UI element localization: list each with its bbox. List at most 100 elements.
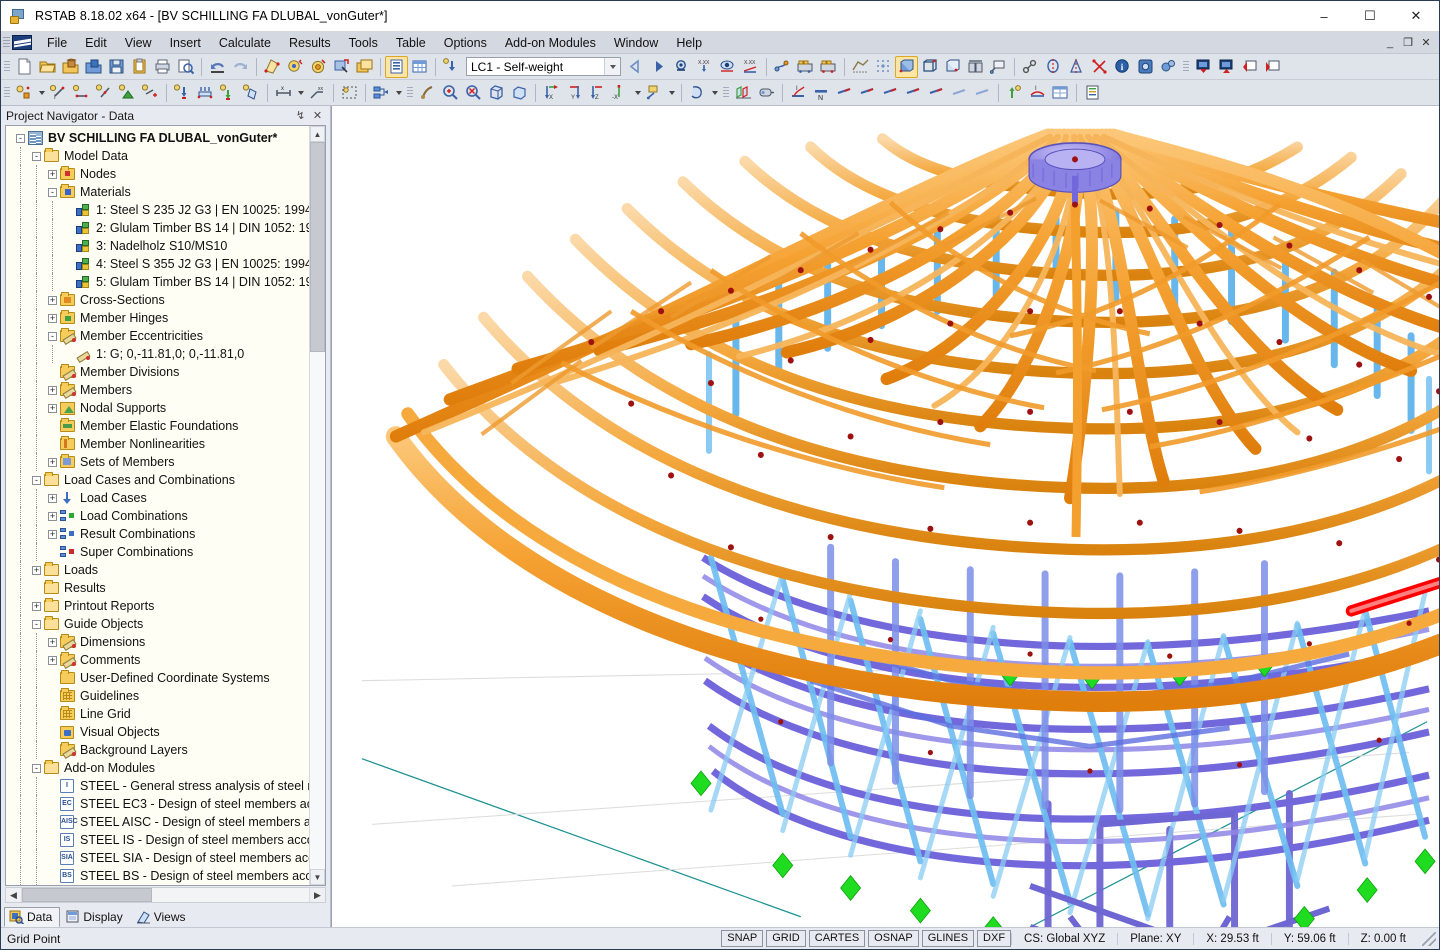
tree-item[interactable]: + Nodal Supports	[6, 399, 309, 417]
tree-expander[interactable]: +	[32, 601, 41, 611]
toolbar2-grip-3[interactable]	[723, 83, 729, 102]
undo-icon[interactable]	[206, 56, 229, 78]
view-perspective-icon[interactable]	[643, 82, 666, 104]
deflection-pz-icon[interactable]	[971, 82, 994, 104]
redo-icon[interactable]	[229, 56, 252, 78]
tree-expander[interactable]: +	[48, 403, 57, 413]
deformation-plot-icon[interactable]: I	[1026, 82, 1049, 104]
mdi-close-button[interactable]: ✕	[1418, 35, 1434, 51]
tree-item[interactable]: Member Nonlinearities	[6, 435, 309, 453]
printout-icon[interactable]	[1081, 82, 1104, 104]
tree-item[interactable]: AISC STEEL AISC - Design of steel members…	[6, 813, 309, 831]
status-coordinate-system[interactable]: CS: Global XYZ	[1011, 932, 1117, 945]
mirror-icon[interactable]	[1042, 56, 1065, 78]
settings-icon[interactable]	[1134, 56, 1157, 78]
clipboard-icon[interactable]	[128, 56, 151, 78]
import-icon[interactable]	[1261, 56, 1284, 78]
moment-Mz-icon[interactable]	[925, 82, 948, 104]
tree-item[interactable]: IS STEEL IS - Design of steel members acc…	[6, 831, 309, 849]
visibility-icon[interactable]	[964, 56, 987, 78]
new-file-icon[interactable]	[13, 56, 36, 78]
view-mode-icon[interactable]	[987, 56, 1010, 78]
mdi-restore-button[interactable]: ❐	[1400, 35, 1416, 51]
render-solid-icon[interactable]	[895, 55, 918, 78]
tree-expander[interactable]: +	[48, 529, 57, 539]
rotate-dropdown-arrow[interactable]	[709, 82, 720, 104]
nodal-load-icon[interactable]	[171, 82, 194, 104]
navigator-tree[interactable]: - BV SCHILLING FA DLUBAL_vonGuter* - Model …	[6, 126, 309, 885]
new-member-division-icon[interactable]	[93, 82, 116, 104]
tree-expander[interactable]: +	[48, 457, 57, 467]
moment-My-icon[interactable]	[902, 82, 925, 104]
menu-item-results[interactable]: Results	[280, 34, 340, 52]
tree-expander[interactable]: -	[32, 619, 41, 629]
new-eccentricity-icon[interactable]	[139, 82, 162, 104]
tree-item[interactable]: 5: Glulam Timber BS 14 | DIN 1052: 198	[6, 273, 309, 291]
tree-item[interactable]: + Sets of Members	[6, 453, 309, 471]
tree-item[interactable]: Visual Objects	[6, 723, 309, 741]
menu-item-insert[interactable]: Insert	[161, 34, 210, 52]
close-button[interactable]: ✕	[1393, 1, 1439, 32]
menu-item-table[interactable]: Table	[387, 34, 435, 52]
tree-item[interactable]: + Result Combinations	[6, 525, 309, 543]
grid-toggle[interactable]: GRID	[766, 930, 806, 947]
new-node-dropdown-arrow[interactable]	[36, 82, 47, 104]
tree-horizontal-scrollbar[interactable]: ◀ ▶	[5, 887, 326, 903]
tree-item[interactable]: + Comments	[6, 651, 309, 669]
print-icon[interactable]	[151, 56, 174, 78]
view-y-icon[interactable]: Y	[563, 82, 586, 104]
view-z-icon[interactable]: Z	[586, 82, 609, 104]
render-transparent-icon[interactable]	[941, 56, 964, 78]
load-case-selector[interactable]: LC1 - Self-weight	[466, 57, 621, 76]
calculate-all-icon[interactable]	[794, 56, 817, 78]
tab-views[interactable]: Views	[131, 907, 194, 927]
tree-expander[interactable]: +	[48, 385, 57, 395]
tree-expander[interactable]: -	[48, 187, 57, 197]
new-member-icon[interactable]: I	[47, 82, 70, 104]
perspective-dropdown-arrow[interactable]	[666, 82, 677, 104]
save-project-icon[interactable]	[82, 56, 105, 78]
view-loads-icon[interactable]	[716, 56, 739, 78]
save-icon[interactable]	[105, 56, 128, 78]
minimize-button[interactable]: –	[1301, 1, 1347, 32]
tree-item[interactable]: Results	[6, 579, 309, 597]
clipping-plane-icon[interactable]	[755, 82, 778, 104]
info-icon[interactable]: i	[1111, 56, 1134, 78]
view-dropdown-arrow[interactable]	[632, 82, 643, 104]
member-load-trapezoid-icon[interactable]	[217, 82, 240, 104]
model-3d-viewport[interactable]	[331, 106, 1439, 927]
menu-item-addon-modules[interactable]: Add-on Modules	[496, 34, 605, 52]
print-report-icon[interactable]	[1192, 56, 1215, 78]
symmetry-icon[interactable]	[1065, 56, 1088, 78]
tree-expander[interactable]: +	[48, 493, 57, 503]
tree-expander[interactable]: +	[48, 295, 57, 305]
snap-toggle[interactable]: SNAP	[721, 930, 764, 947]
tree-item[interactable]: I STEEL - General stress analysis of stee…	[6, 777, 309, 795]
member-load-icon[interactable]	[194, 82, 217, 104]
dimension-icon[interactable]: x	[272, 82, 295, 104]
select-objects-icon[interactable]	[330, 56, 353, 78]
menu-item-options[interactable]: Options	[435, 34, 496, 52]
pin-icon[interactable]: ↯	[294, 109, 307, 122]
load-combination-dropdown-arrow[interactable]	[393, 82, 404, 104]
menu-grip-handle[interactable]	[3, 34, 10, 51]
tree-expander[interactable]: -	[16, 133, 25, 143]
open-project-icon[interactable]	[59, 56, 82, 78]
osnap-toggle[interactable]: OSNAP	[868, 930, 919, 947]
dimension-dropdown-arrow[interactable]	[295, 82, 306, 104]
tree-item[interactable]: - BV SCHILLING FA DLUBAL_vonGuter*	[6, 129, 309, 147]
gears-icon[interactable]	[1157, 56, 1180, 78]
next-lc-icon[interactable]	[647, 56, 670, 78]
tree-item[interactable]: - Load Cases and Combinations	[6, 471, 309, 489]
surface-load-icon[interactable]	[240, 82, 263, 104]
new-node-icon[interactable]	[13, 82, 36, 104]
partial-view-icon[interactable]	[732, 82, 755, 104]
zoom-in-icon[interactable]	[439, 82, 462, 104]
calculate-selected-icon[interactable]	[817, 56, 840, 78]
tree-item[interactable]: + Load Combinations	[6, 507, 309, 525]
menu-item-edit[interactable]: Edit	[76, 34, 116, 52]
tree-item[interactable]: - Guide Objects	[6, 615, 309, 633]
tree-item[interactable]: + Members	[6, 381, 309, 399]
calculate-icon[interactable]	[771, 56, 794, 78]
menu-item-help[interactable]: Help	[667, 34, 711, 52]
